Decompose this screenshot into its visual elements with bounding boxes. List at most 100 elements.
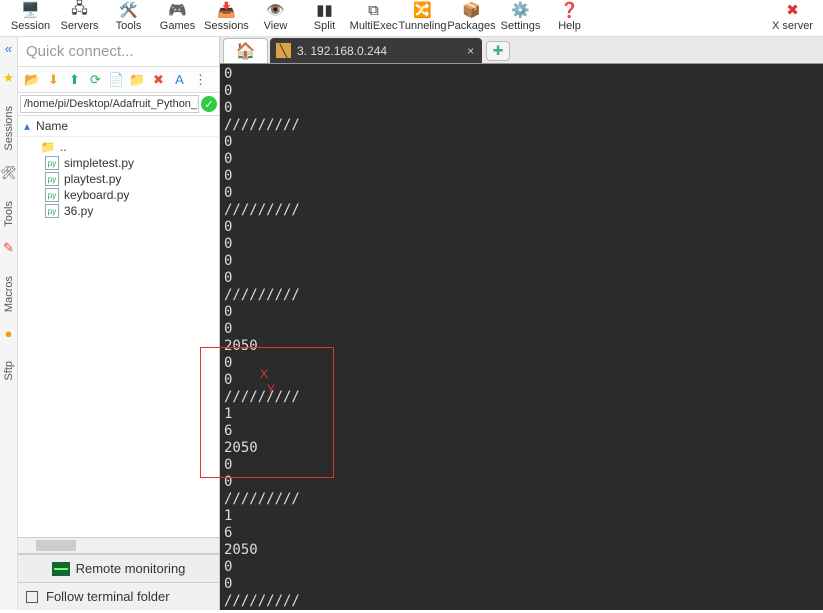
strip-tools-label[interactable]: Tools: [3, 201, 15, 227]
python-file-icon: py: [44, 156, 60, 170]
new-tab-button[interactable]: ✚: [486, 41, 510, 61]
tab-bar: 🏠 ╲ 3. 192.168.0.244 × ✚: [220, 37, 823, 64]
python-file-icon: py: [44, 172, 60, 186]
tb-packages-label: Packages: [447, 20, 496, 32]
strip-collapse-icon[interactable]: «: [5, 41, 12, 56]
tb-tools-icon: 🛠️: [119, 3, 139, 17]
tb-tools[interactable]: 🛠️ Tools: [104, 3, 153, 32]
follow-terminal-checkbox[interactable]: Follow terminal folder: [18, 583, 219, 610]
tb-xserver-label: X server: [768, 20, 817, 32]
tb-sessions-label: Sessions: [202, 20, 251, 32]
terminal[interactable]: 0 0 0 ///////// 0 0 0 0 ///////// 0 0 0 …: [220, 64, 823, 610]
side-strip: « ★ Sessions 🛠 Tools ✎ Macros ● Sftp: [0, 37, 18, 610]
tb-packages-icon: 📦: [462, 3, 482, 17]
checkbox-icon: [26, 591, 38, 603]
tb-help-icon: ❓: [560, 3, 580, 17]
content-area: 🏠 ╲ 3. 192.168.0.244 × ✚ 0 0 0 /////////…: [220, 37, 823, 610]
monitor-icon: [52, 562, 70, 576]
tb-settings-label: Settings: [496, 20, 545, 32]
tb-help[interactable]: ❓ Help: [545, 3, 594, 32]
nav-open-icon[interactable]: 📂: [24, 71, 41, 88]
nav-delete-icon[interactable]: ✖: [150, 71, 167, 88]
sort-arrow-icon: ▴: [24, 119, 30, 133]
file-name: simpletest.py: [64, 156, 134, 170]
file-list-header[interactable]: ▴ Name: [18, 116, 219, 137]
file-row[interactable]: py36.py: [18, 203, 219, 219]
file-row-parent[interactable]: 📁..: [18, 139, 219, 155]
home-icon: 🏠: [236, 41, 256, 61]
nav-newfolder-icon[interactable]: 📁: [129, 71, 146, 88]
tb-tunneling[interactable]: 🔀 Tunneling: [398, 3, 447, 32]
terminal-icon: ╲: [276, 43, 291, 58]
tb-help-label: Help: [545, 20, 594, 32]
python-file-icon: py: [44, 188, 60, 202]
tb-games[interactable]: 🎮 Games: [153, 3, 202, 32]
path-input[interactable]: /home/pi/Desktop/Adafruit_Python_MP: [20, 95, 199, 113]
tb-tunneling-icon: 🔀: [413, 3, 433, 17]
tb-split-label: Split: [300, 20, 349, 32]
tb-session[interactable]: 🖥️ Session: [6, 3, 55, 32]
tb-session-label: Session: [6, 20, 55, 32]
tb-session-icon: 🖥️: [21, 3, 41, 17]
nav-more-icon[interactable]: ⋮: [192, 71, 209, 88]
tb-servers-label: Servers: [55, 20, 104, 32]
tb-view-icon: 👁️: [266, 3, 286, 17]
tb-settings[interactable]: ⚙️ Settings: [496, 3, 545, 32]
remote-monitoring-button[interactable]: Remote monitoring: [18, 554, 219, 583]
nav-refresh-icon[interactable]: ⟳: [87, 71, 104, 88]
path-ok-icon[interactable]: ✓: [201, 96, 217, 112]
column-name: Name: [36, 119, 68, 133]
file-name: ..: [60, 140, 67, 154]
strip-sftp-icon[interactable]: ●: [5, 326, 13, 341]
annotation-y: Y: [267, 382, 275, 396]
sftp-sidebar: Quick connect... 📂⬇⬆⟳📄📁✖A⋮ /home/pi/Desk…: [18, 37, 220, 610]
annotation-x: X: [260, 367, 268, 381]
tb-multiexec-icon: ⧉: [364, 3, 384, 17]
folder-up-icon: 📁: [40, 140, 56, 154]
file-name: playtest.py: [64, 172, 121, 186]
tb-xserver-icon: ✖: [783, 3, 803, 17]
nav-download-icon[interactable]: ⬇: [45, 71, 62, 88]
path-row: /home/pi/Desktop/Adafruit_Python_MP ✓: [18, 93, 219, 116]
strip-macros-icon[interactable]: ✎: [3, 240, 14, 256]
tb-xserver[interactable]: ✖ X server: [768, 3, 817, 32]
tb-view-label: View: [251, 20, 300, 32]
file-name: 36.py: [64, 204, 93, 218]
strip-sessions-icon[interactable]: ★: [3, 70, 15, 86]
nav-rename-icon[interactable]: A: [171, 71, 188, 88]
tb-view[interactable]: 👁️ View: [251, 3, 300, 32]
tb-sessions[interactable]: 📥 Sessions: [202, 3, 251, 32]
tb-multiexec-label: MultiExec: [349, 20, 398, 32]
nav-newfile-icon[interactable]: 📄: [108, 71, 125, 88]
file-row[interactable]: py playtest.py: [18, 171, 219, 187]
sftp-toolbar: 📂⬇⬆⟳📄📁✖A⋮: [18, 67, 219, 93]
strip-macros-label[interactable]: Macros: [3, 276, 15, 312]
tab-title: 3. 192.168.0.244: [297, 44, 387, 58]
tb-settings-icon: ⚙️: [511, 3, 531, 17]
tb-multiexec[interactable]: ⧉ MultiExec: [349, 3, 398, 32]
file-name: keyboard.py: [64, 188, 129, 202]
close-tab-icon[interactable]: ×: [467, 44, 474, 58]
session-tab[interactable]: ╲ 3. 192.168.0.244 ×: [270, 38, 482, 63]
file-row[interactable]: py keyboard.py: [18, 187, 219, 203]
tb-games-icon: 🎮: [168, 3, 188, 17]
file-row[interactable]: py simpletest.py: [18, 155, 219, 171]
tb-tunneling-label: Tunneling: [398, 20, 447, 32]
nav-upload-icon[interactable]: ⬆: [66, 71, 83, 88]
main-toolbar: 🖥️Session🖧Servers🛠️Tools🎮Games📥Sessions👁…: [0, 0, 823, 37]
h-scrollbar[interactable]: [18, 537, 219, 554]
tb-servers[interactable]: 🖧 Servers: [55, 3, 104, 32]
home-tab[interactable]: 🏠: [223, 38, 268, 63]
quick-connect-input[interactable]: Quick connect...: [18, 37, 219, 67]
tb-games-label: Games: [153, 20, 202, 32]
tb-tools-label: Tools: [104, 20, 153, 32]
strip-sftp-label[interactable]: Sftp: [3, 361, 15, 381]
tb-split[interactable]: ▮▮ Split: [300, 3, 349, 32]
tb-sessions-icon: 📥: [217, 3, 237, 17]
strip-sessions-label[interactable]: Sessions: [3, 106, 15, 151]
tb-packages[interactable]: 📦 Packages: [447, 3, 496, 32]
file-list: 📁..pysimpletest.pypyplaytest.pypykeyboar…: [18, 137, 219, 537]
strip-tools-icon[interactable]: 🛠: [0, 165, 17, 181]
tb-split-icon: ▮▮: [315, 3, 335, 17]
tb-servers-icon: 🖧: [70, 3, 90, 17]
